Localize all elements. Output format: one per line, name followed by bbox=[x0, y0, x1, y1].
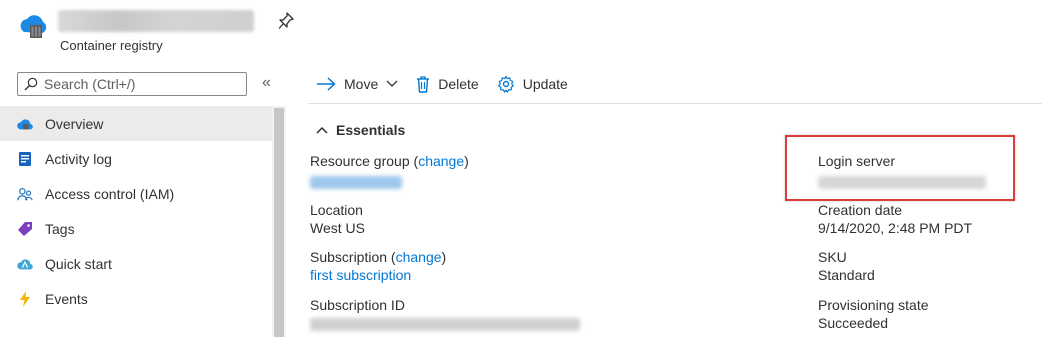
subscription-id-redacted bbox=[310, 318, 580, 331]
container-registry-icon bbox=[16, 12, 50, 42]
move-label: Move bbox=[344, 76, 379, 92]
resource-type-label: Container registry bbox=[60, 38, 163, 53]
search-input[interactable]: Search (Ctrl+/) bbox=[17, 72, 247, 96]
lightning-icon bbox=[17, 290, 33, 307]
arrow-right-icon bbox=[317, 77, 336, 91]
update-label: Update bbox=[522, 76, 568, 92]
location-label: Location bbox=[310, 202, 363, 218]
subscription-link[interactable]: first subscription bbox=[310, 267, 411, 283]
search-icon bbox=[24, 77, 38, 91]
chevron-down-icon bbox=[386, 80, 398, 87]
sidebar-item-tags[interactable]: Tags bbox=[0, 211, 272, 246]
creation-date-label: Creation date bbox=[818, 202, 903, 218]
sidebar-item-events[interactable]: Events bbox=[0, 281, 272, 316]
trash-icon bbox=[417, 75, 430, 93]
sidebar-item-label: Quick start bbox=[45, 255, 112, 272]
sidebar-item-label: Events bbox=[45, 290, 88, 307]
delete-label: Delete bbox=[438, 76, 479, 92]
people-icon bbox=[17, 186, 33, 202]
delete-button[interactable]: Delete bbox=[416, 75, 479, 93]
subscription-label: Subscription (change) bbox=[310, 249, 447, 265]
sidebar-item-overview[interactable]: Overview bbox=[0, 106, 272, 141]
collapse-sidebar-button[interactable]: « bbox=[262, 74, 271, 92]
creation-date-value: 9/14/2020, 2:48 PM PDT bbox=[818, 220, 973, 236]
change-subscription-link[interactable]: change bbox=[396, 249, 442, 265]
sidebar-item-label: Overview bbox=[45, 115, 104, 132]
sidebar-scrollbar-thumb[interactable] bbox=[274, 108, 284, 337]
provisioning-state-label: Provisioning state bbox=[818, 297, 929, 313]
search-placeholder: Search (Ctrl+/) bbox=[44, 76, 136, 92]
activity-log-icon bbox=[17, 151, 33, 167]
cloud-icon bbox=[17, 116, 33, 132]
provisioning-state-value: Succeeded bbox=[818, 315, 889, 331]
sku-label: SKU bbox=[818, 249, 847, 265]
pin-icon[interactable] bbox=[278, 12, 294, 30]
sidebar-item-activity-log[interactable]: Activity log bbox=[0, 141, 272, 176]
tag-icon bbox=[17, 221, 33, 237]
chevron-up-icon bbox=[316, 126, 328, 134]
resource-group-label: Resource group (change) bbox=[310, 153, 469, 169]
command-bar: Move Delete Update bbox=[316, 73, 586, 95]
location-value: West US bbox=[310, 220, 365, 236]
essentials-heading: Essentials bbox=[336, 122, 406, 138]
subscription-id-label: Subscription ID bbox=[310, 297, 405, 313]
resource-group-value-redacted[interactable] bbox=[310, 176, 402, 189]
essentials-toggle[interactable]: Essentials bbox=[316, 122, 405, 138]
change-resource-group-link[interactable]: change bbox=[418, 153, 464, 169]
update-button[interactable]: Update bbox=[497, 75, 568, 93]
sidebar-item-label: Access control (IAM) bbox=[45, 185, 175, 202]
toolbar-divider bbox=[308, 103, 1042, 104]
quick-start-icon bbox=[17, 256, 33, 272]
sidebar-item-access-control[interactable]: Access control (IAM) bbox=[0, 176, 272, 211]
sidebar-nav: Overview Activity log Access control (IA… bbox=[0, 106, 272, 316]
registry-name-redacted bbox=[58, 10, 254, 32]
login-server-highlight bbox=[785, 135, 1015, 201]
sku-value: Standard bbox=[818, 267, 875, 283]
sidebar-item-quick-start[interactable]: Quick start bbox=[0, 246, 272, 281]
move-button[interactable]: Move bbox=[316, 76, 398, 92]
sidebar-item-label: Tags bbox=[45, 220, 75, 237]
gear-icon bbox=[497, 75, 514, 93]
sidebar-item-label: Activity log bbox=[45, 150, 112, 167]
